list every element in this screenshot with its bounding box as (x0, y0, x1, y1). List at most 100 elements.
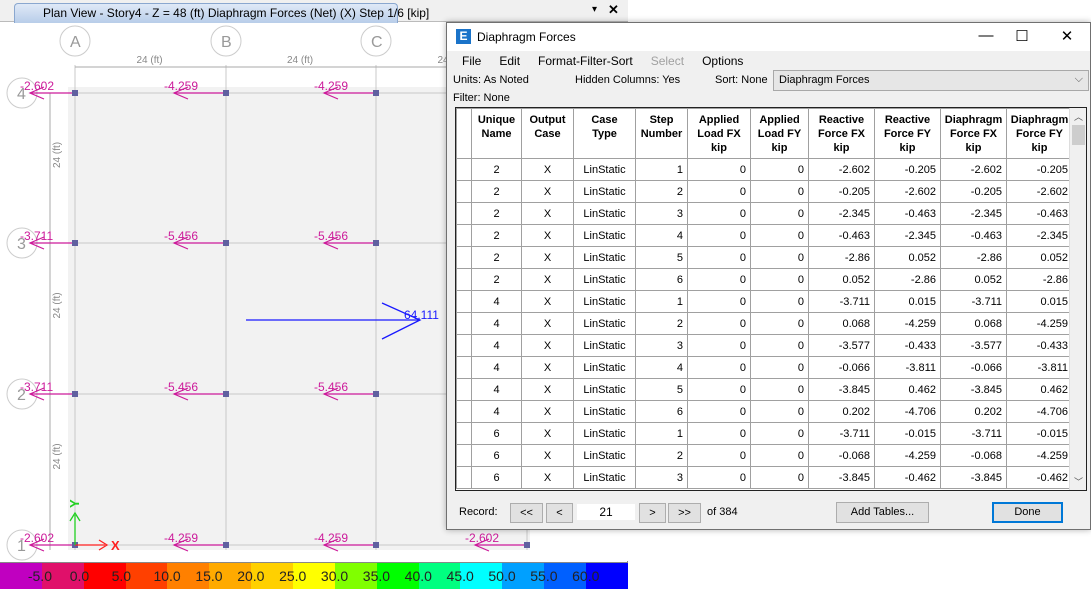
table-cell[interactable]: -0.463 (940, 224, 1007, 247)
table-cell[interactable]: X (521, 422, 574, 445)
table-cell[interactable]: 0 (687, 312, 751, 335)
table-cell[interactable]: -2.86 (808, 246, 875, 269)
table-cell[interactable]: -2.86 (874, 268, 941, 291)
table-cell[interactable]: 3 (635, 334, 688, 357)
table-cell[interactable]: 0 (687, 290, 751, 313)
table-cell[interactable]: 0 (750, 378, 809, 401)
column-header[interactable]: Applied Load FY kip (750, 108, 809, 159)
table-cell[interactable]: 2 (471, 246, 522, 269)
table-cell[interactable]: 0 (750, 290, 809, 313)
table-row[interactable]: 2 X LinStatic 5 0 0 -2.86 0.052 -2.86 0.052 (456, 246, 1073, 269)
scroll-thumb[interactable] (1072, 125, 1085, 145)
table-cell[interactable]: LinStatic (573, 312, 636, 335)
table-row[interactable]: 6 X LinStatic 3 0 0 -3.845 -0.462 -3.845 -0.462 (456, 466, 1073, 489)
table-cell[interactable]: LinStatic (573, 158, 636, 181)
table-cell[interactable]: LinStatic (573, 246, 636, 269)
table-cell[interactable]: -3.845 (940, 378, 1007, 401)
table-cell[interactable]: 0 (687, 224, 751, 247)
table-cell[interactable]: 2 (471, 158, 522, 181)
row-selector[interactable] (456, 290, 472, 313)
table-cell[interactable]: -4.259 (874, 312, 941, 335)
table-cell[interactable]: 0 (750, 246, 809, 269)
table-cell[interactable]: 0 (750, 268, 809, 291)
table-cell[interactable]: LinStatic (573, 268, 636, 291)
table-cell[interactable]: -3.711 (808, 422, 875, 445)
table-cell[interactable]: 0 (750, 444, 809, 467)
table-cell[interactable]: 4 (471, 356, 522, 379)
row-selector[interactable] (456, 158, 472, 181)
table-cell[interactable]: -0.463 (874, 202, 941, 225)
table-cell[interactable]: 0 (687, 202, 751, 225)
row-selector[interactable] (456, 466, 472, 489)
table-cell[interactable]: 0 (687, 466, 751, 489)
table-cell[interactable]: X (521, 378, 574, 401)
row-selector-header[interactable] (456, 108, 472, 159)
table-cell[interactable]: -0.015 (874, 422, 941, 445)
table-row[interactable]: 4 X LinStatic 3 0 0 -3.577 -0.433 -3.577 -0.433 (456, 334, 1073, 357)
close-icon[interactable]: ✕ (1052, 27, 1082, 47)
close-icon[interactable]: ✕ (608, 2, 619, 18)
table-cell[interactable]: -0.462 (1006, 466, 1073, 489)
table-cell[interactable]: 0 (750, 334, 809, 357)
table-cell[interactable]: -0.433 (874, 334, 941, 357)
table-cell[interactable]: X (521, 158, 574, 181)
done-button[interactable]: Done (992, 502, 1063, 523)
table-cell[interactable]: -3.845 (808, 378, 875, 401)
table-cell[interactable]: -0.205 (1006, 158, 1073, 181)
table-cell[interactable]: 2 (471, 224, 522, 247)
table-row[interactable]: 2 X LinStatic 2 0 0 -0.205 -2.602 -0.205 -2.602 (456, 180, 1073, 203)
table-cell[interactable]: 6 (471, 444, 522, 467)
table-cell[interactable]: 6 (635, 268, 688, 291)
scroll-up-icon[interactable]: ︿ (1074, 110, 1083, 123)
table-cell[interactable]: X (521, 334, 574, 357)
row-selector[interactable] (456, 224, 472, 247)
table-cell[interactable]: -3.711 (940, 290, 1007, 313)
table-cell[interactable]: -0.205 (808, 180, 875, 203)
table-cell[interactable]: LinStatic (573, 202, 636, 225)
table-cell[interactable]: 6 (471, 422, 522, 445)
table-cell[interactable]: -4.706 (1006, 400, 1073, 423)
table-cell[interactable]: 0.068 (808, 312, 875, 335)
table-select-dropdown[interactable]: Diaphragm Forces ⌵ (773, 70, 1089, 91)
table-cell[interactable]: 4 (635, 356, 688, 379)
table-cell[interactable]: -3.811 (1006, 356, 1073, 379)
table-cell[interactable]: X (521, 466, 574, 489)
add-tables-button[interactable]: Add Tables... (836, 502, 929, 523)
table-cell[interactable]: 0 (687, 400, 751, 423)
table-cell[interactable]: X (521, 224, 574, 247)
table-cell[interactable]: 0 (687, 444, 751, 467)
table-cell[interactable]: -0.066 (940, 356, 1007, 379)
table-cell[interactable]: 5 (635, 378, 688, 401)
table-cell[interactable]: 1 (635, 158, 688, 181)
table-cell[interactable]: X (521, 202, 574, 225)
table-cell[interactable]: 2 (471, 180, 522, 203)
table-row[interactable]: 4 X LinStatic 4 0 0 -0.066 -3.811 -0.066 -3.811 (456, 356, 1073, 379)
table-cell[interactable]: 0 (750, 422, 809, 445)
table-cell[interactable]: 0 (750, 202, 809, 225)
table-cell[interactable]: 0 (750, 158, 809, 181)
table-cell[interactable]: -3.845 (808, 466, 875, 489)
table-cell[interactable]: -2.602 (1006, 180, 1073, 203)
menu-format-filter-sort[interactable]: Format-Filter-Sort (529, 51, 642, 71)
last-record-button[interactable]: >> (668, 503, 701, 523)
table-row[interactable]: 4 X LinStatic 2 0 0 0.068 -4.259 0.068 -4.259 (456, 312, 1073, 335)
maximize-icon[interactable]: ☐ (1007, 27, 1037, 47)
row-selector[interactable] (456, 356, 472, 379)
table-cell[interactable]: 6 (635, 400, 688, 423)
table-cell[interactable]: 4 (471, 400, 522, 423)
row-selector[interactable] (456, 378, 472, 401)
table-cell[interactable]: -2.345 (808, 202, 875, 225)
scroll-down-icon[interactable]: ﹀ (1074, 475, 1083, 488)
table-row[interactable]: 4 X LinStatic 5 0 0 -3.845 0.462 -3.845 0.462 (456, 378, 1073, 401)
table-cell[interactable]: 0 (687, 158, 751, 181)
table-cell[interactable]: -0.462 (874, 466, 941, 489)
table-cell[interactable]: 0.015 (874, 290, 941, 313)
table-cell[interactable]: -0.015 (1006, 422, 1073, 445)
column-header[interactable]: Diaphragm Force FX kip (940, 108, 1007, 159)
table-cell[interactable]: -0.068 (808, 444, 875, 467)
column-header[interactable]: Reactive Force FY kip (874, 108, 941, 159)
row-selector[interactable] (456, 422, 472, 445)
table-cell[interactable]: -2.345 (874, 224, 941, 247)
table-cell[interactable]: 2 (471, 268, 522, 291)
table-cell[interactable]: -0.205 (874, 158, 941, 181)
